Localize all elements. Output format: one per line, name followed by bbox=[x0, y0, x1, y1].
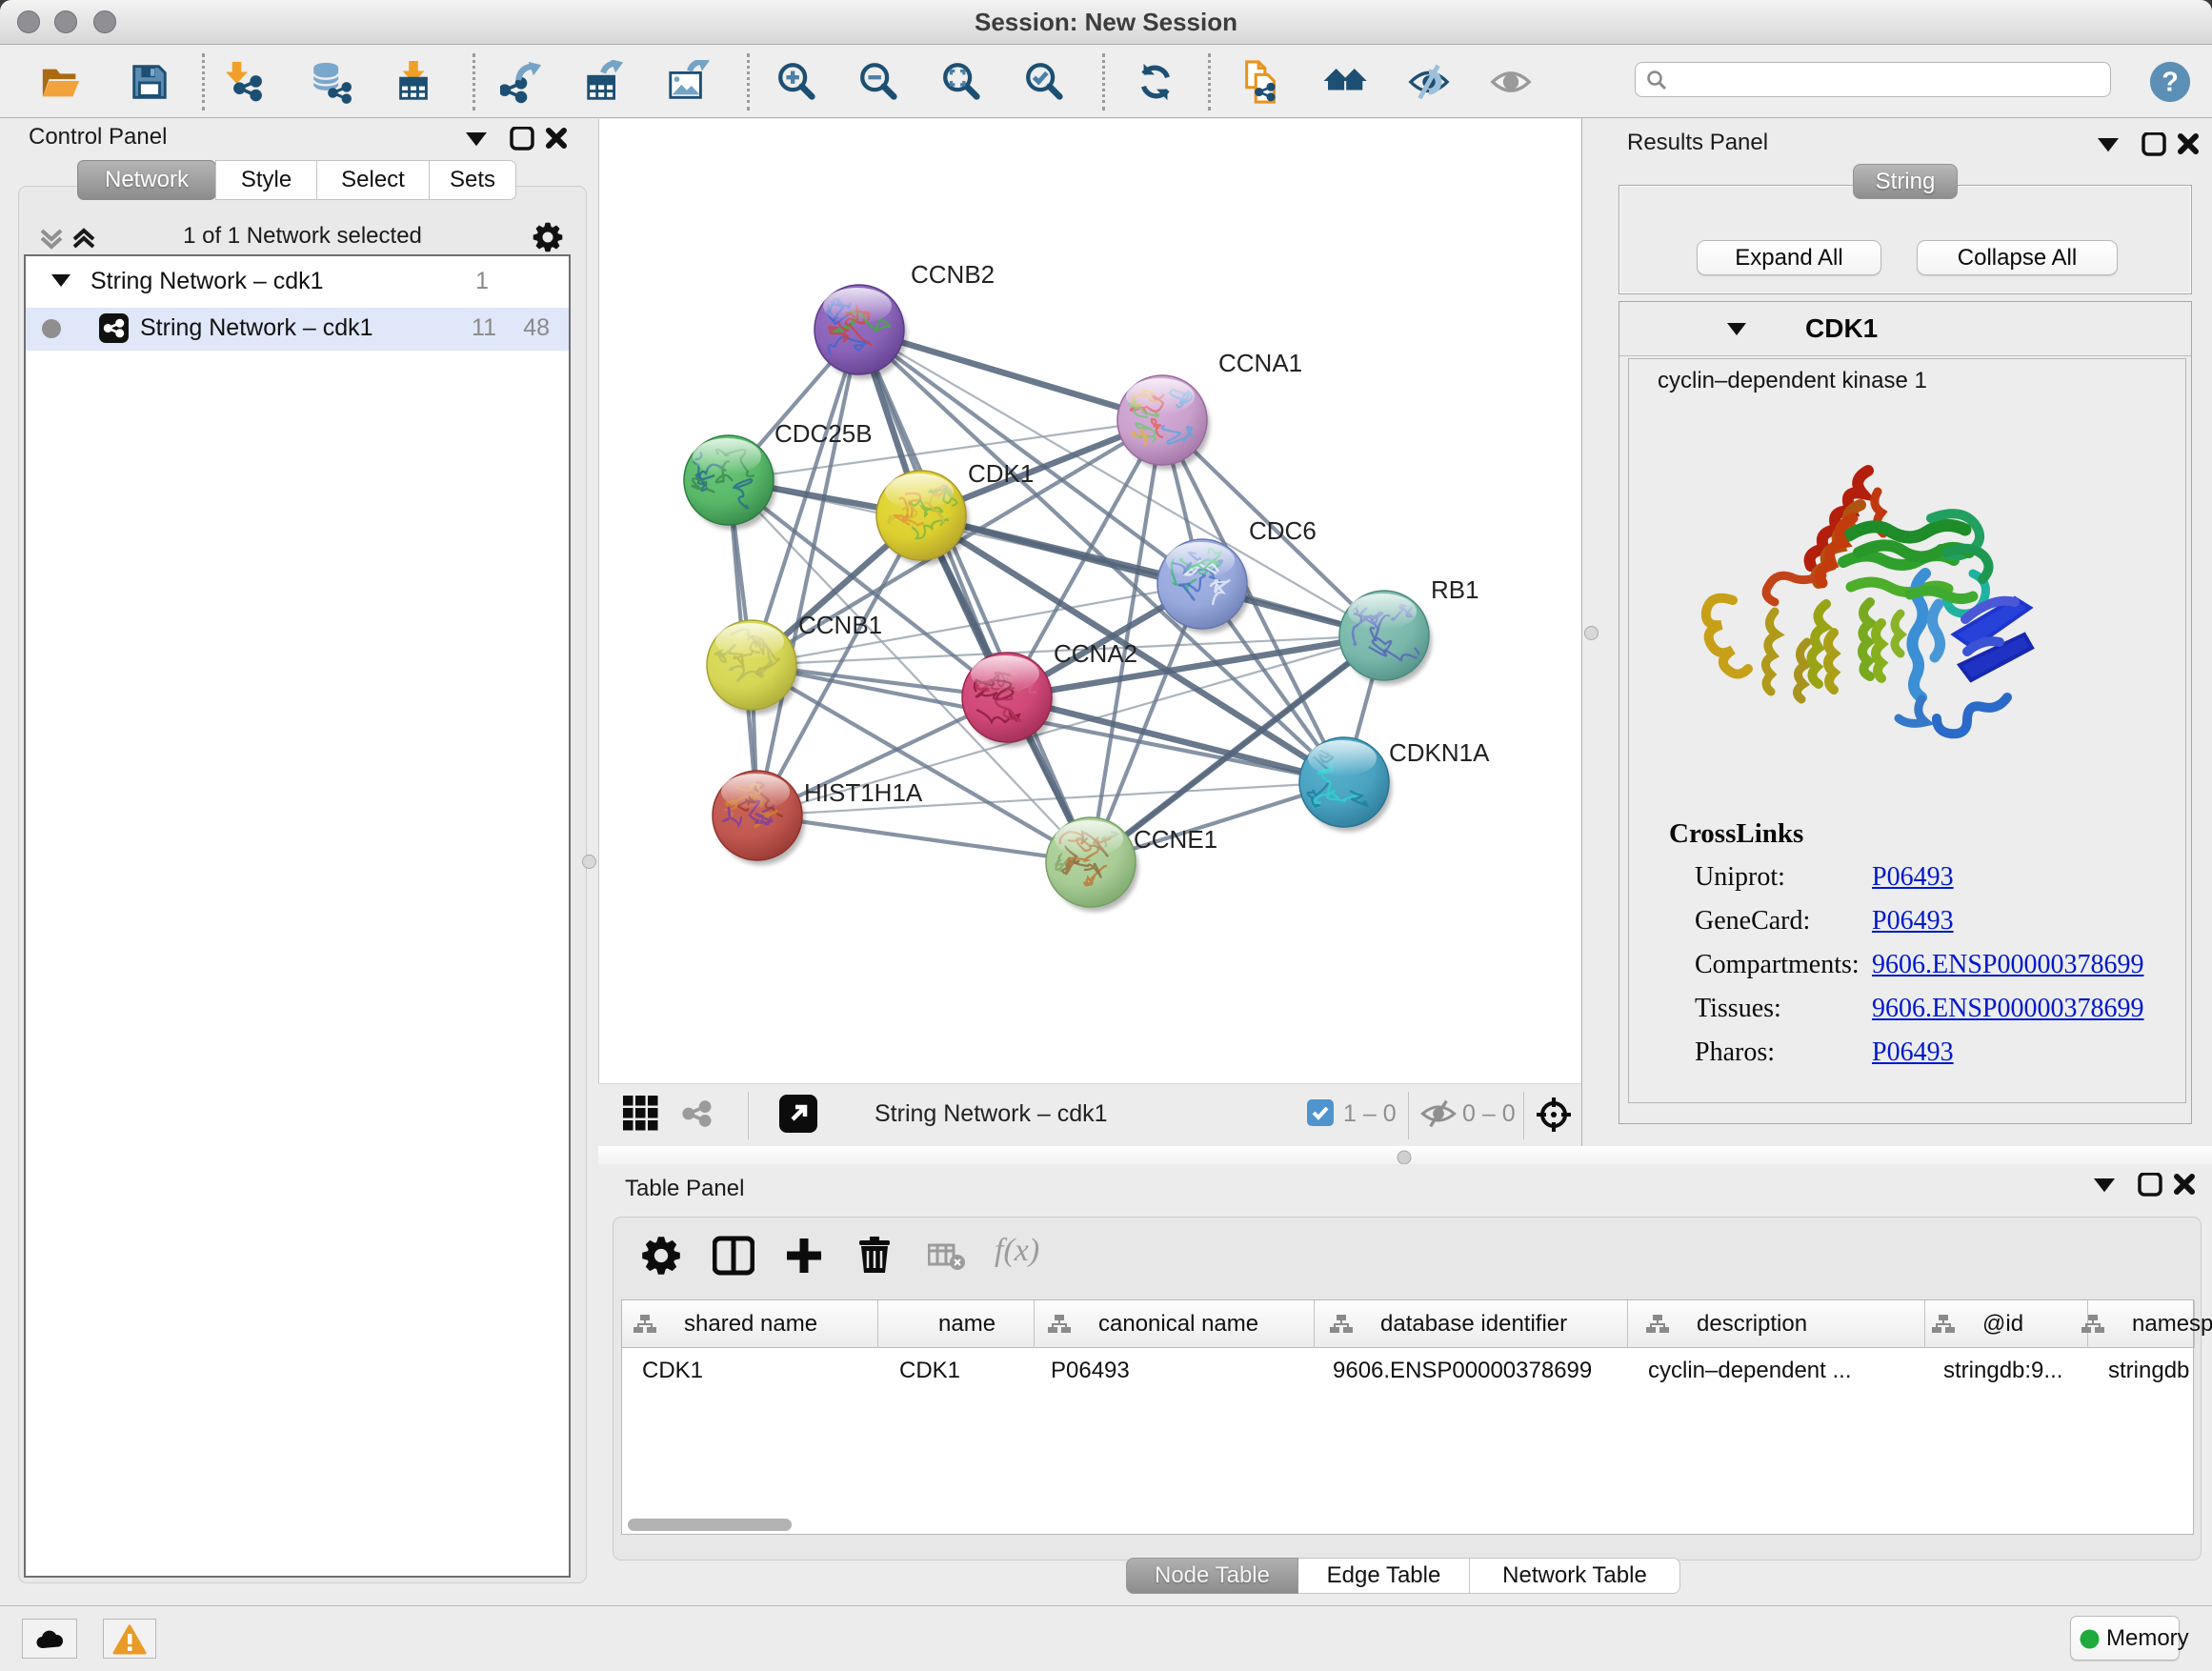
svg-text:CCNE1: CCNE1 bbox=[1134, 825, 1217, 854]
svg-text:RB1: RB1 bbox=[1431, 575, 1479, 604]
svg-text:CDKN1A: CDKN1A bbox=[1389, 738, 1490, 767]
svg-text:CCNA1: CCNA1 bbox=[1218, 349, 1302, 377]
svg-text:HIST1H1A: HIST1H1A bbox=[804, 778, 923, 807]
svg-text:CCNA2: CCNA2 bbox=[1054, 639, 1137, 668]
svg-text:CCNB2: CCNB2 bbox=[911, 260, 995, 289]
svg-text:CDC25B: CDC25B bbox=[774, 419, 873, 448]
svg-text:CDC6: CDC6 bbox=[1249, 516, 1317, 545]
svg-text:?: ? bbox=[2162, 68, 2179, 98]
svg-text:CCNB1: CCNB1 bbox=[798, 611, 882, 639]
svg-text:CDK1: CDK1 bbox=[968, 459, 1034, 488]
